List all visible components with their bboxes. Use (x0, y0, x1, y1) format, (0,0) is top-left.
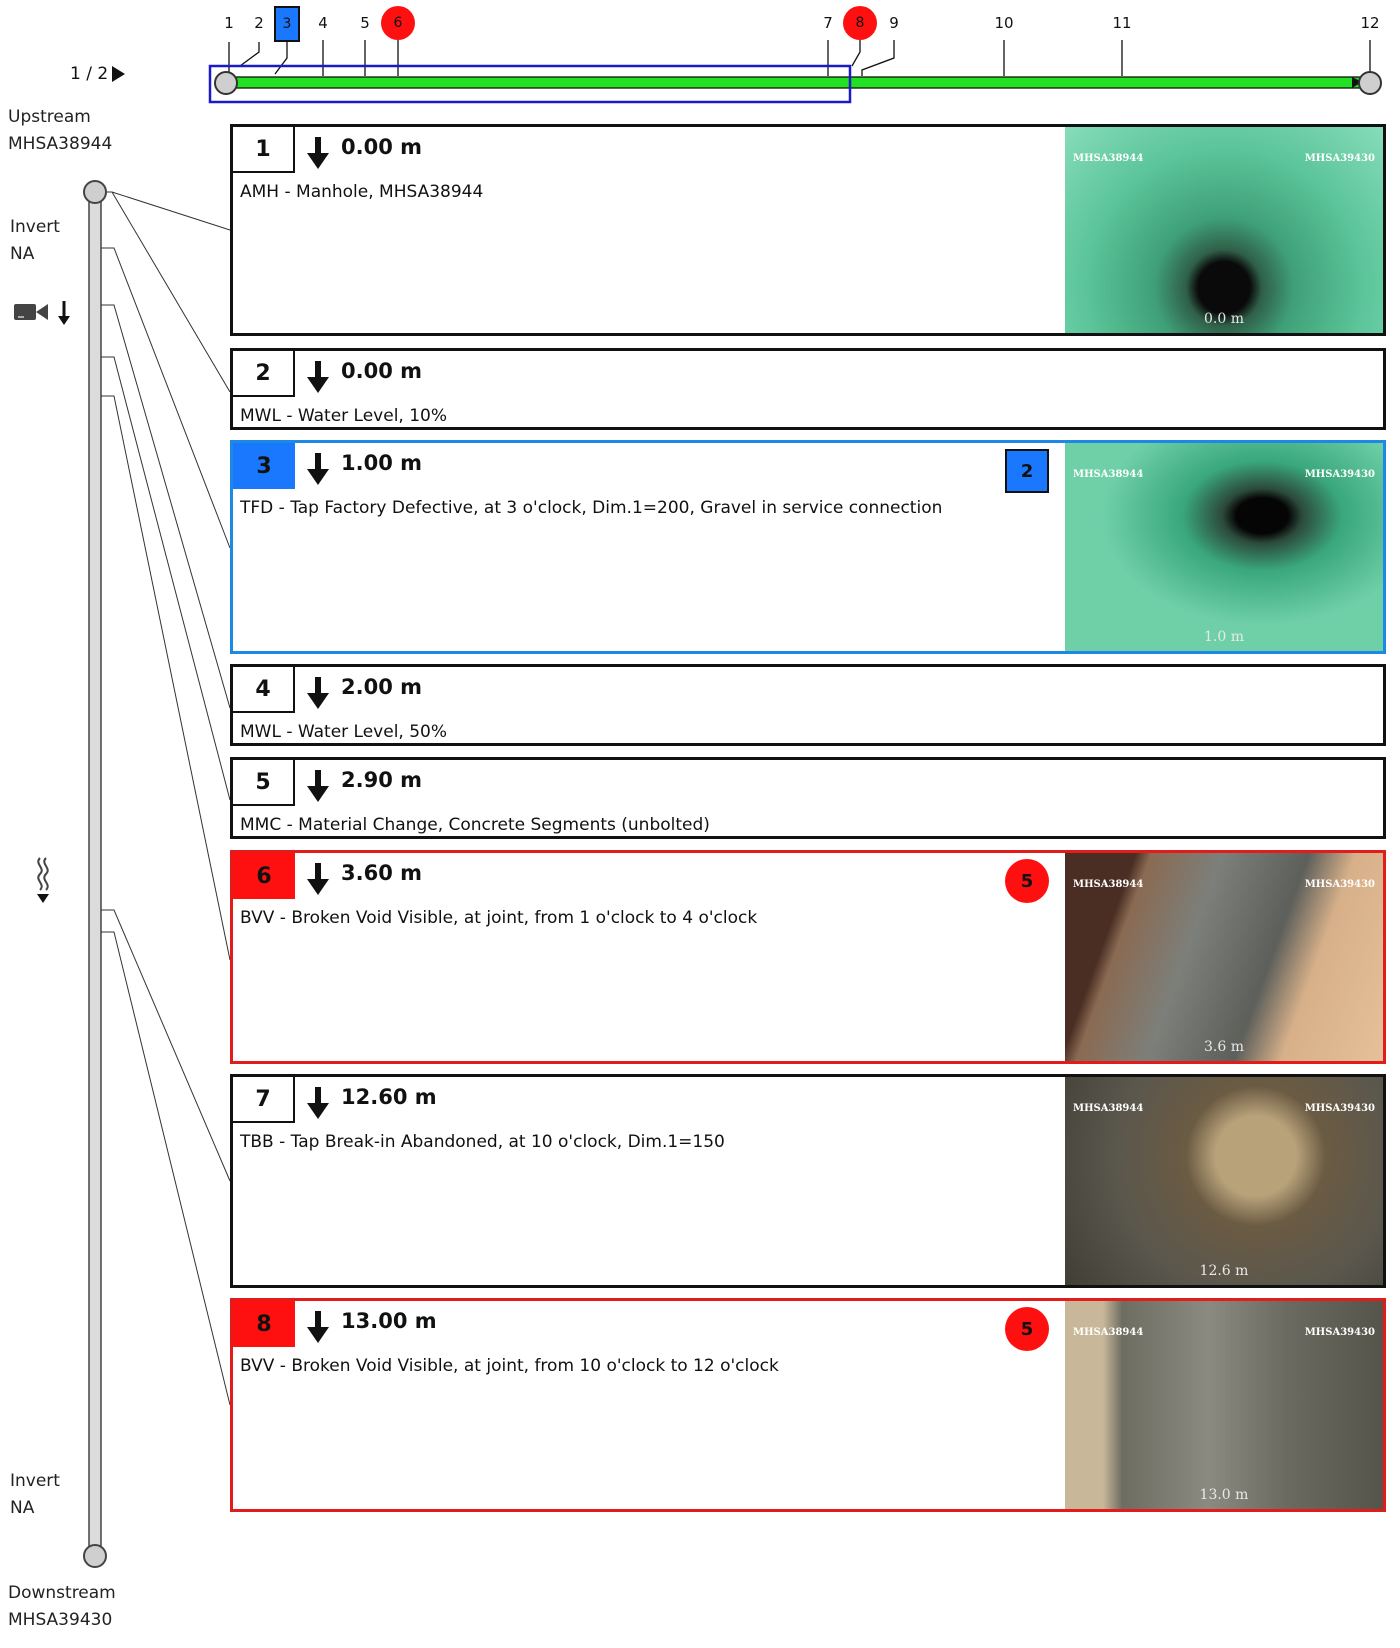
distance-arrow-icon (307, 770, 329, 802)
photo-downstream-overlay: MHSA39430 (1304, 879, 1375, 890)
overview-tick-10[interactable]: 10 (989, 14, 1019, 32)
photo-downstream-overlay: MHSA39430 (1304, 1327, 1375, 1338)
vertical-pipe-diagram (83, 180, 231, 1568)
overview-leader-lines (228, 40, 1371, 76)
overview-tick-4[interactable]: 4 (308, 14, 338, 32)
distance-arrow-icon (307, 677, 329, 709)
overview-tick-3[interactable]: 3 (274, 6, 300, 42)
observation-description: MWL - Water Level, 10% (240, 406, 448, 426)
observation-card-2[interactable]: 2 0.00 m MWL - Water Level, 10% (230, 348, 1386, 430)
overview-tick-2[interactable]: 2 (244, 14, 274, 32)
severity-grade-badge: 2 (1005, 449, 1049, 493)
photo-distance-overlay: 1.0 m (1204, 629, 1244, 645)
downstream-node (83, 1544, 107, 1568)
severity-grade-badge: 5 (1005, 859, 1049, 903)
observation-card-3[interactable]: 3 1.00 m TFD - Tap Factory Defective, at 3… (230, 440, 1386, 654)
observation-description: TBB - Tap Break-in Abandoned, at 10 o'cl… (240, 1132, 725, 1152)
photo-upstream-overlay: MHSA38944 (1073, 1103, 1144, 1114)
observation-description: BVV - Broken Void Visible, at joint, fro… (240, 1356, 779, 1376)
observation-card-5[interactable]: 5 2.90 m MMC - Material Change, Concrete S… (230, 757, 1386, 839)
photo-distance-overlay: 13.0 m (1199, 1487, 1249, 1503)
observation-photo[interactable]: MHSA38944 MHSA39430 12.6 m (1065, 1077, 1383, 1285)
photo-upstream-overlay: MHSA38944 (1073, 1327, 1144, 1338)
observation-description: MWL - Water Level, 50% (240, 722, 448, 742)
distance-arrow-icon (307, 1311, 329, 1343)
overview-green-bar (224, 76, 1370, 89)
observation-description: TFD - Tap Factory Defective, at 3 o'cloc… (240, 498, 943, 518)
photo-downstream-overlay: MHSA39430 (1304, 1103, 1375, 1114)
photo-upstream-overlay: MHSA38944 (1073, 879, 1144, 890)
observation-card-1[interactable]: 1 0.00 m AMH - Manhole, MHSA38944 MHSA38944… (230, 124, 1386, 336)
overview-tick-8[interactable]: 8 (843, 6, 877, 40)
observation-distance: 1.00 m (341, 451, 423, 475)
photo-distance-overlay: 12.6 m (1199, 1263, 1249, 1279)
observation-photo[interactable]: MHSA38944 MHSA39430 13.0 m (1065, 1301, 1383, 1509)
distance-arrow-icon (307, 453, 329, 485)
observation-number: 3 (233, 443, 295, 489)
observation-photo[interactable]: MHSA38944 MHSA39430 3.6 m (1065, 853, 1383, 1061)
distance-arrow-icon (307, 361, 329, 393)
observation-distance: 12.60 m (341, 1085, 437, 1109)
observation-number: 2 (233, 351, 295, 397)
observation-distance: 0.00 m (341, 135, 423, 159)
observation-distance: 0.00 m (341, 359, 423, 383)
observation-number: 8 (233, 1301, 295, 1347)
photo-downstream-overlay: MHSA39430 (1304, 469, 1375, 480)
observation-number: 1 (233, 127, 295, 173)
observation-card-4[interactable]: 4 2.00 m MWL - Water Level, 50% (230, 664, 1386, 746)
photo-downstream-overlay: MHSA39430 (1304, 153, 1375, 164)
overview-end-node (1358, 71, 1382, 95)
photo-upstream-overlay: MHSA38944 (1073, 153, 1144, 164)
distance-arrow-icon (307, 863, 329, 895)
distance-arrow-icon (307, 1087, 329, 1119)
photo-distance-overlay: 3.6 m (1204, 1039, 1244, 1055)
photo-distance-overlay: 0.0 m (1204, 311, 1244, 327)
upstream-node (83, 180, 107, 204)
observation-photo[interactable]: MHSA38944 MHSA39430 0.0 m (1065, 127, 1383, 333)
observation-number: 6 (233, 853, 295, 899)
observation-description: AMH - Manhole, MHSA38944 (240, 182, 484, 202)
distance-arrow-icon (307, 137, 329, 169)
observation-number: 4 (233, 667, 295, 713)
overview-tick-7[interactable]: 7 (813, 14, 843, 32)
observation-card-8[interactable]: 8 13.00 m BVV - Broken Void Visible, at jo… (230, 1298, 1386, 1512)
overview-tick-12[interactable]: 12 (1355, 14, 1385, 32)
observation-photo[interactable]: MHSA38944 MHSA39430 1.0 m (1065, 443, 1383, 651)
overview-tick-6[interactable]: 6 (381, 6, 415, 40)
overview-tick-9[interactable]: 9 (879, 14, 909, 32)
observation-card-6[interactable]: 6 3.60 m BVV - Broken Void Visible, at joi… (230, 850, 1386, 1064)
observation-card-7[interactable]: 7 12.60 m TBB - Tap Break-in Abandoned, at… (230, 1074, 1386, 1288)
overview-tick-5[interactable]: 5 (350, 14, 380, 32)
observation-distance: 2.00 m (341, 675, 423, 699)
vertical-pipe (88, 191, 102, 1557)
overview-tick-11[interactable]: 11 (1107, 14, 1137, 32)
observation-number: 7 (233, 1077, 295, 1123)
observation-distance: 3.60 m (341, 861, 423, 885)
severity-grade-badge: 5 (1005, 1307, 1049, 1351)
observation-distance: 13.00 m (341, 1309, 437, 1333)
observation-description: BVV - Broken Void Visible, at joint, fro… (240, 908, 758, 928)
photo-upstream-overlay: MHSA38944 (1073, 469, 1144, 480)
observation-leader-lines (101, 191, 231, 1406)
observation-distance: 2.90 m (341, 768, 423, 792)
observation-description: MMC - Material Change, Concrete Segments… (240, 815, 710, 835)
observation-number: 5 (233, 760, 295, 806)
